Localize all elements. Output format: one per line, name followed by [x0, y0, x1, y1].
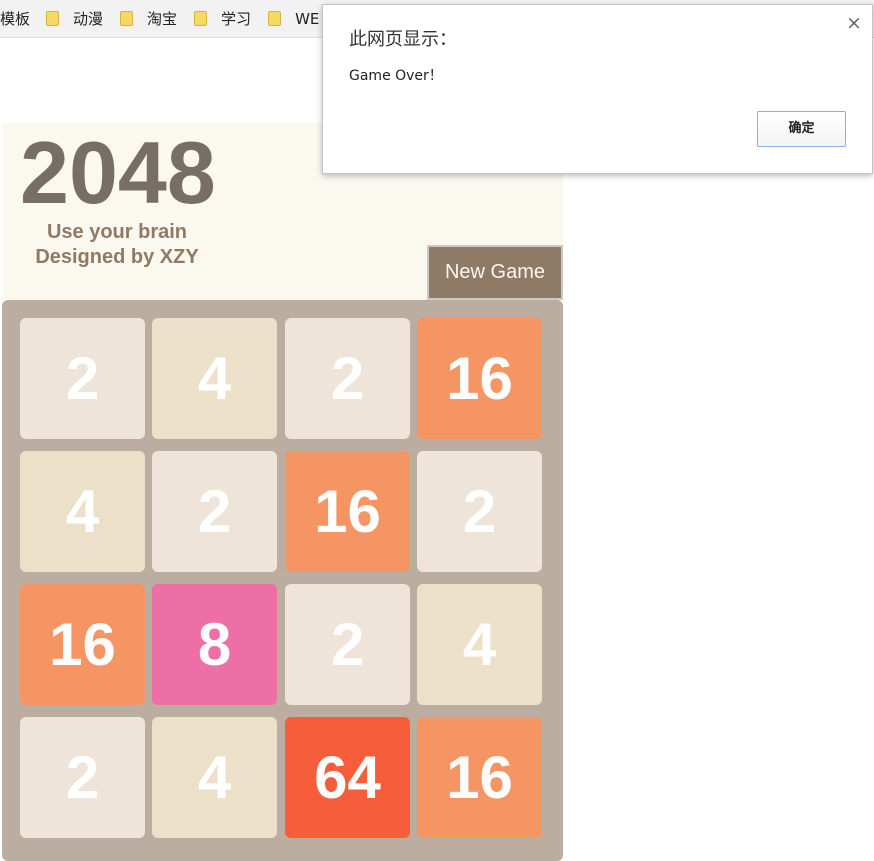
folder-icon — [194, 11, 208, 26]
tile: 4 — [152, 717, 277, 838]
tile: 2 — [20, 318, 145, 439]
tile: 16 — [20, 584, 145, 705]
folder-icon — [46, 11, 60, 26]
bookmark-label: 淘宝 — [147, 10, 178, 28]
tile: 2 — [20, 717, 145, 838]
close-icon[interactable]: × — [846, 13, 862, 33]
tile: 2 — [152, 451, 277, 572]
tile: 4 — [20, 451, 145, 572]
ok-button[interactable]: 确定 — [757, 111, 846, 147]
new-game-button[interactable]: New Game — [427, 245, 563, 300]
bookmark-label: 模板 — [0, 10, 31, 28]
tile: 2 — [417, 451, 542, 572]
tile: 16 — [417, 318, 542, 439]
game-board: 2 4 2 16 4 2 16 2 16 8 2 4 2 4 64 16 — [2, 300, 563, 861]
tile: 2 — [285, 584, 410, 705]
tile: 64 — [285, 717, 410, 838]
bookmark-folder[interactable]: 学习 — [194, 0, 251, 37]
bookmark-folder[interactable]: 淘宝 — [120, 0, 177, 37]
tile: 4 — [417, 584, 542, 705]
bookmark-folder[interactable]: WE — [268, 0, 319, 37]
alert-dialog: 此网页显示： × Game Over！ 确定 — [322, 4, 873, 174]
tile: 8 — [152, 584, 277, 705]
subtitle-tagline: Use your brain — [46, 221, 188, 243]
tile: 16 — [417, 717, 542, 838]
bookmark-label: WE — [295, 9, 320, 28]
bookmark-item[interactable]: 模板 — [0, 0, 30, 37]
dialog-title: 此网页显示： — [349, 29, 457, 50]
tile: 16 — [285, 451, 410, 572]
subtitle-credit: Designed by XZY — [35, 246, 199, 268]
bookmark-label: 学习 — [221, 10, 252, 28]
game-title: 2048 — [20, 123, 216, 222]
tile: 4 — [152, 318, 277, 439]
folder-icon — [268, 11, 282, 26]
folder-icon — [120, 11, 134, 26]
dialog-message: Game Over！ — [349, 68, 443, 84]
bookmark-folder[interactable]: 动漫 — [46, 0, 103, 37]
tile: 2 — [285, 318, 410, 439]
bookmark-label: 动漫 — [73, 10, 104, 28]
